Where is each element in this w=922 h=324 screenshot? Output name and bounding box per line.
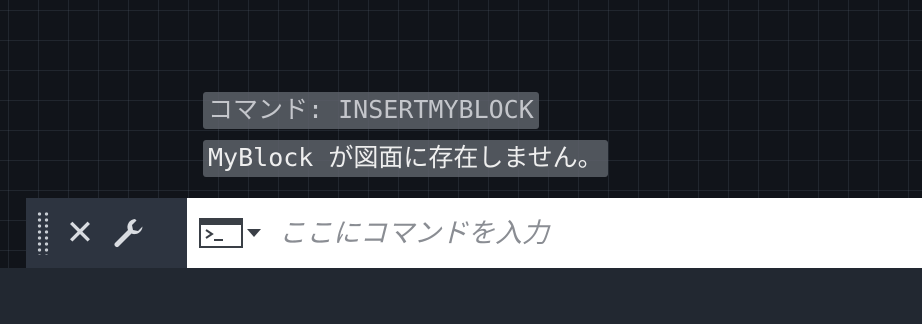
history-line-command: コマンド: INSERTMYBLOCK — [203, 92, 539, 129]
command-history: コマンド: INSERTMYBLOCK MyBlock が図面に存在しません。 — [203, 92, 608, 177]
command-line-bar: ✕ — [26, 198, 922, 268]
history-line-message: MyBlock が図面に存在しません。 — [203, 140, 608, 177]
drag-handle-grip[interactable] — [36, 211, 50, 255]
chevron-down-icon[interactable] — [247, 229, 261, 237]
command-input[interactable] — [277, 216, 841, 250]
wrench-icon[interactable] — [108, 211, 148, 255]
command-input-area[interactable] — [187, 198, 922, 268]
close-icon[interactable]: ✕ — [64, 211, 96, 255]
status-bar-area — [0, 268, 922, 324]
command-prompt-icon[interactable] — [199, 218, 261, 248]
